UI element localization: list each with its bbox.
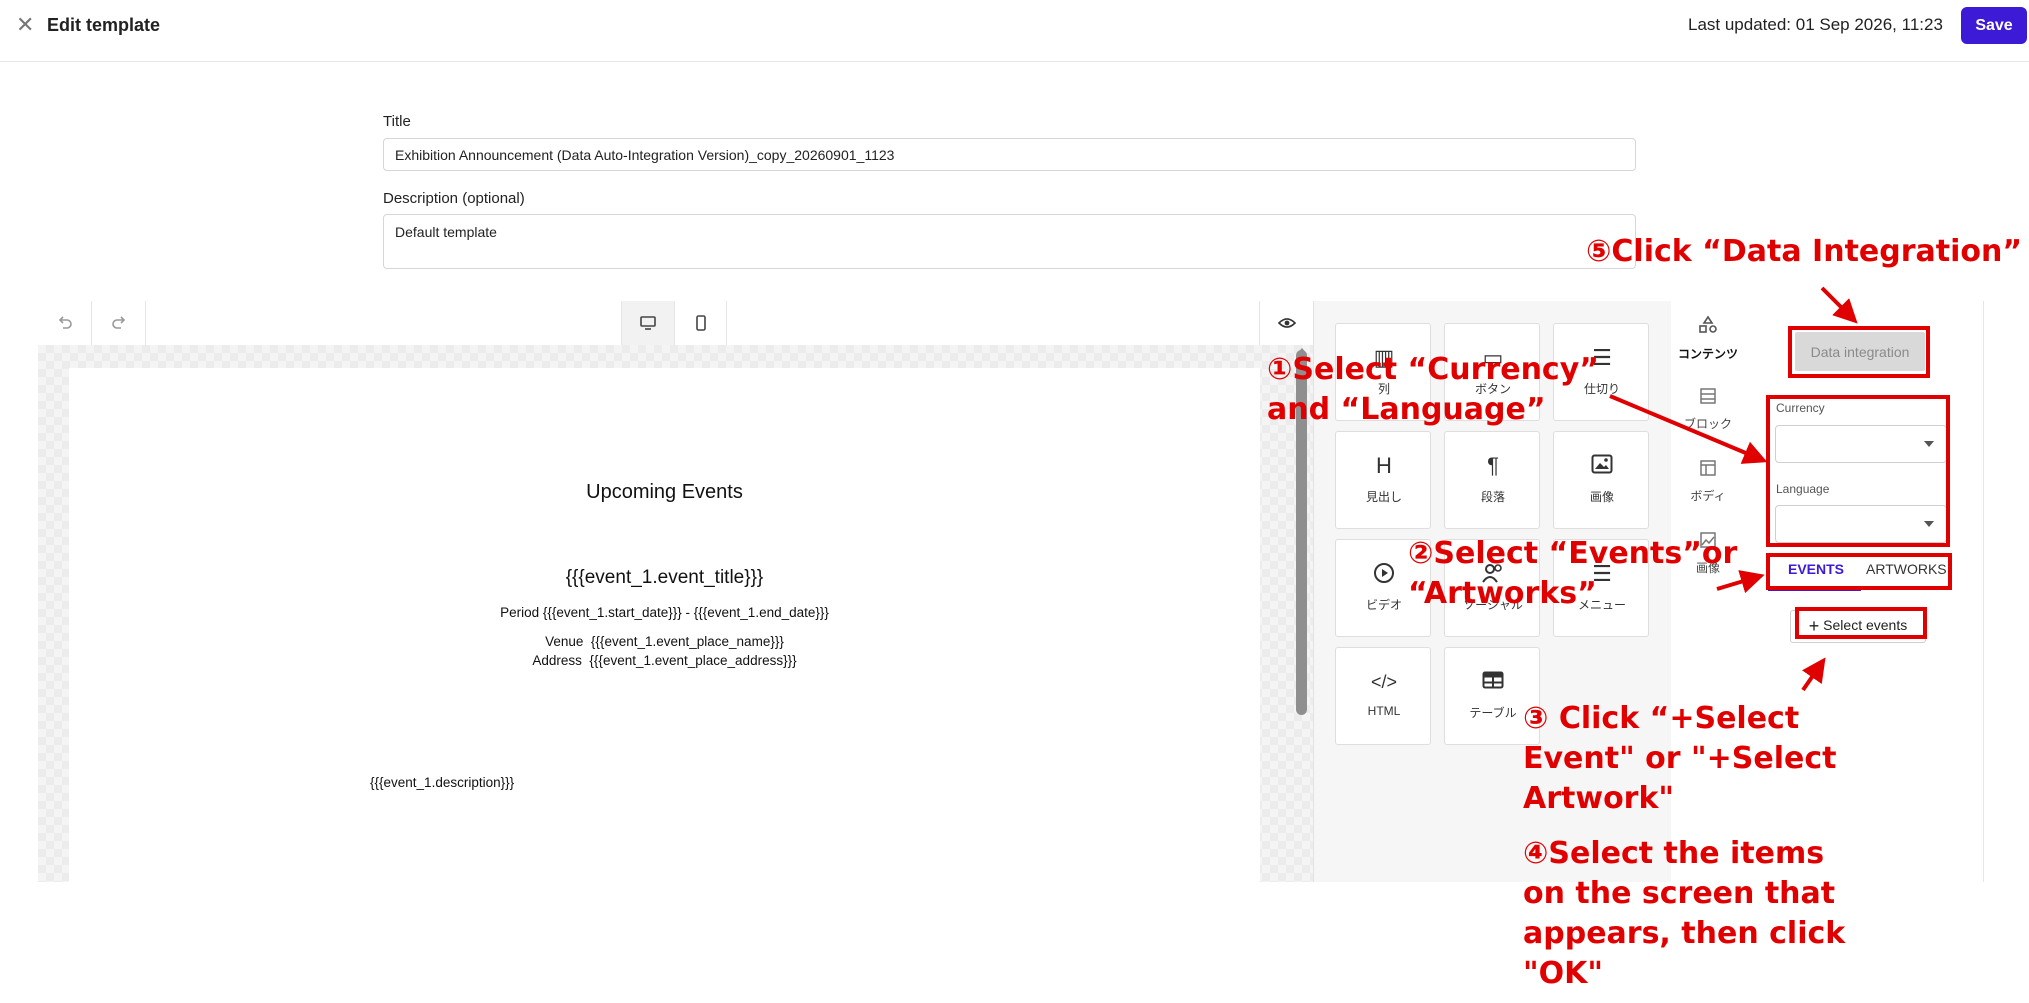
annotation-step4-line2: on the screen that	[1523, 876, 1836, 911]
arrow-to-select-events	[1801, 657, 1826, 692]
arrow-to-tabs	[1716, 570, 1765, 594]
annotation-step2-line2: “Artworks”	[1408, 576, 1597, 611]
annotation-step1-line2: and “Language”	[1267, 392, 1546, 427]
arrow-to-data-integration	[1820, 286, 1858, 324]
annotation-step4-line3: appears, then click	[1523, 916, 1846, 951]
annotation-step4-line1: ④Select the items	[1523, 836, 1825, 871]
annotation-step3-line2: Event" or "+Select	[1523, 741, 1837, 776]
annotation-step4-line4: "OK"	[1523, 956, 1604, 991]
annotation-step3-line1: ③ Click “+Select	[1523, 701, 1800, 736]
annotation-step2-line1: ②Select “Events”or	[1408, 536, 1738, 571]
annotation-step1-line1: ①Select “Currency”	[1267, 352, 1599, 387]
annotation-step5: ⑤Click “Data Integration”	[1586, 234, 2023, 269]
annotation-step3-line3: Artwork"	[1523, 781, 1675, 816]
arrow-to-currency-language	[1609, 394, 1768, 464]
